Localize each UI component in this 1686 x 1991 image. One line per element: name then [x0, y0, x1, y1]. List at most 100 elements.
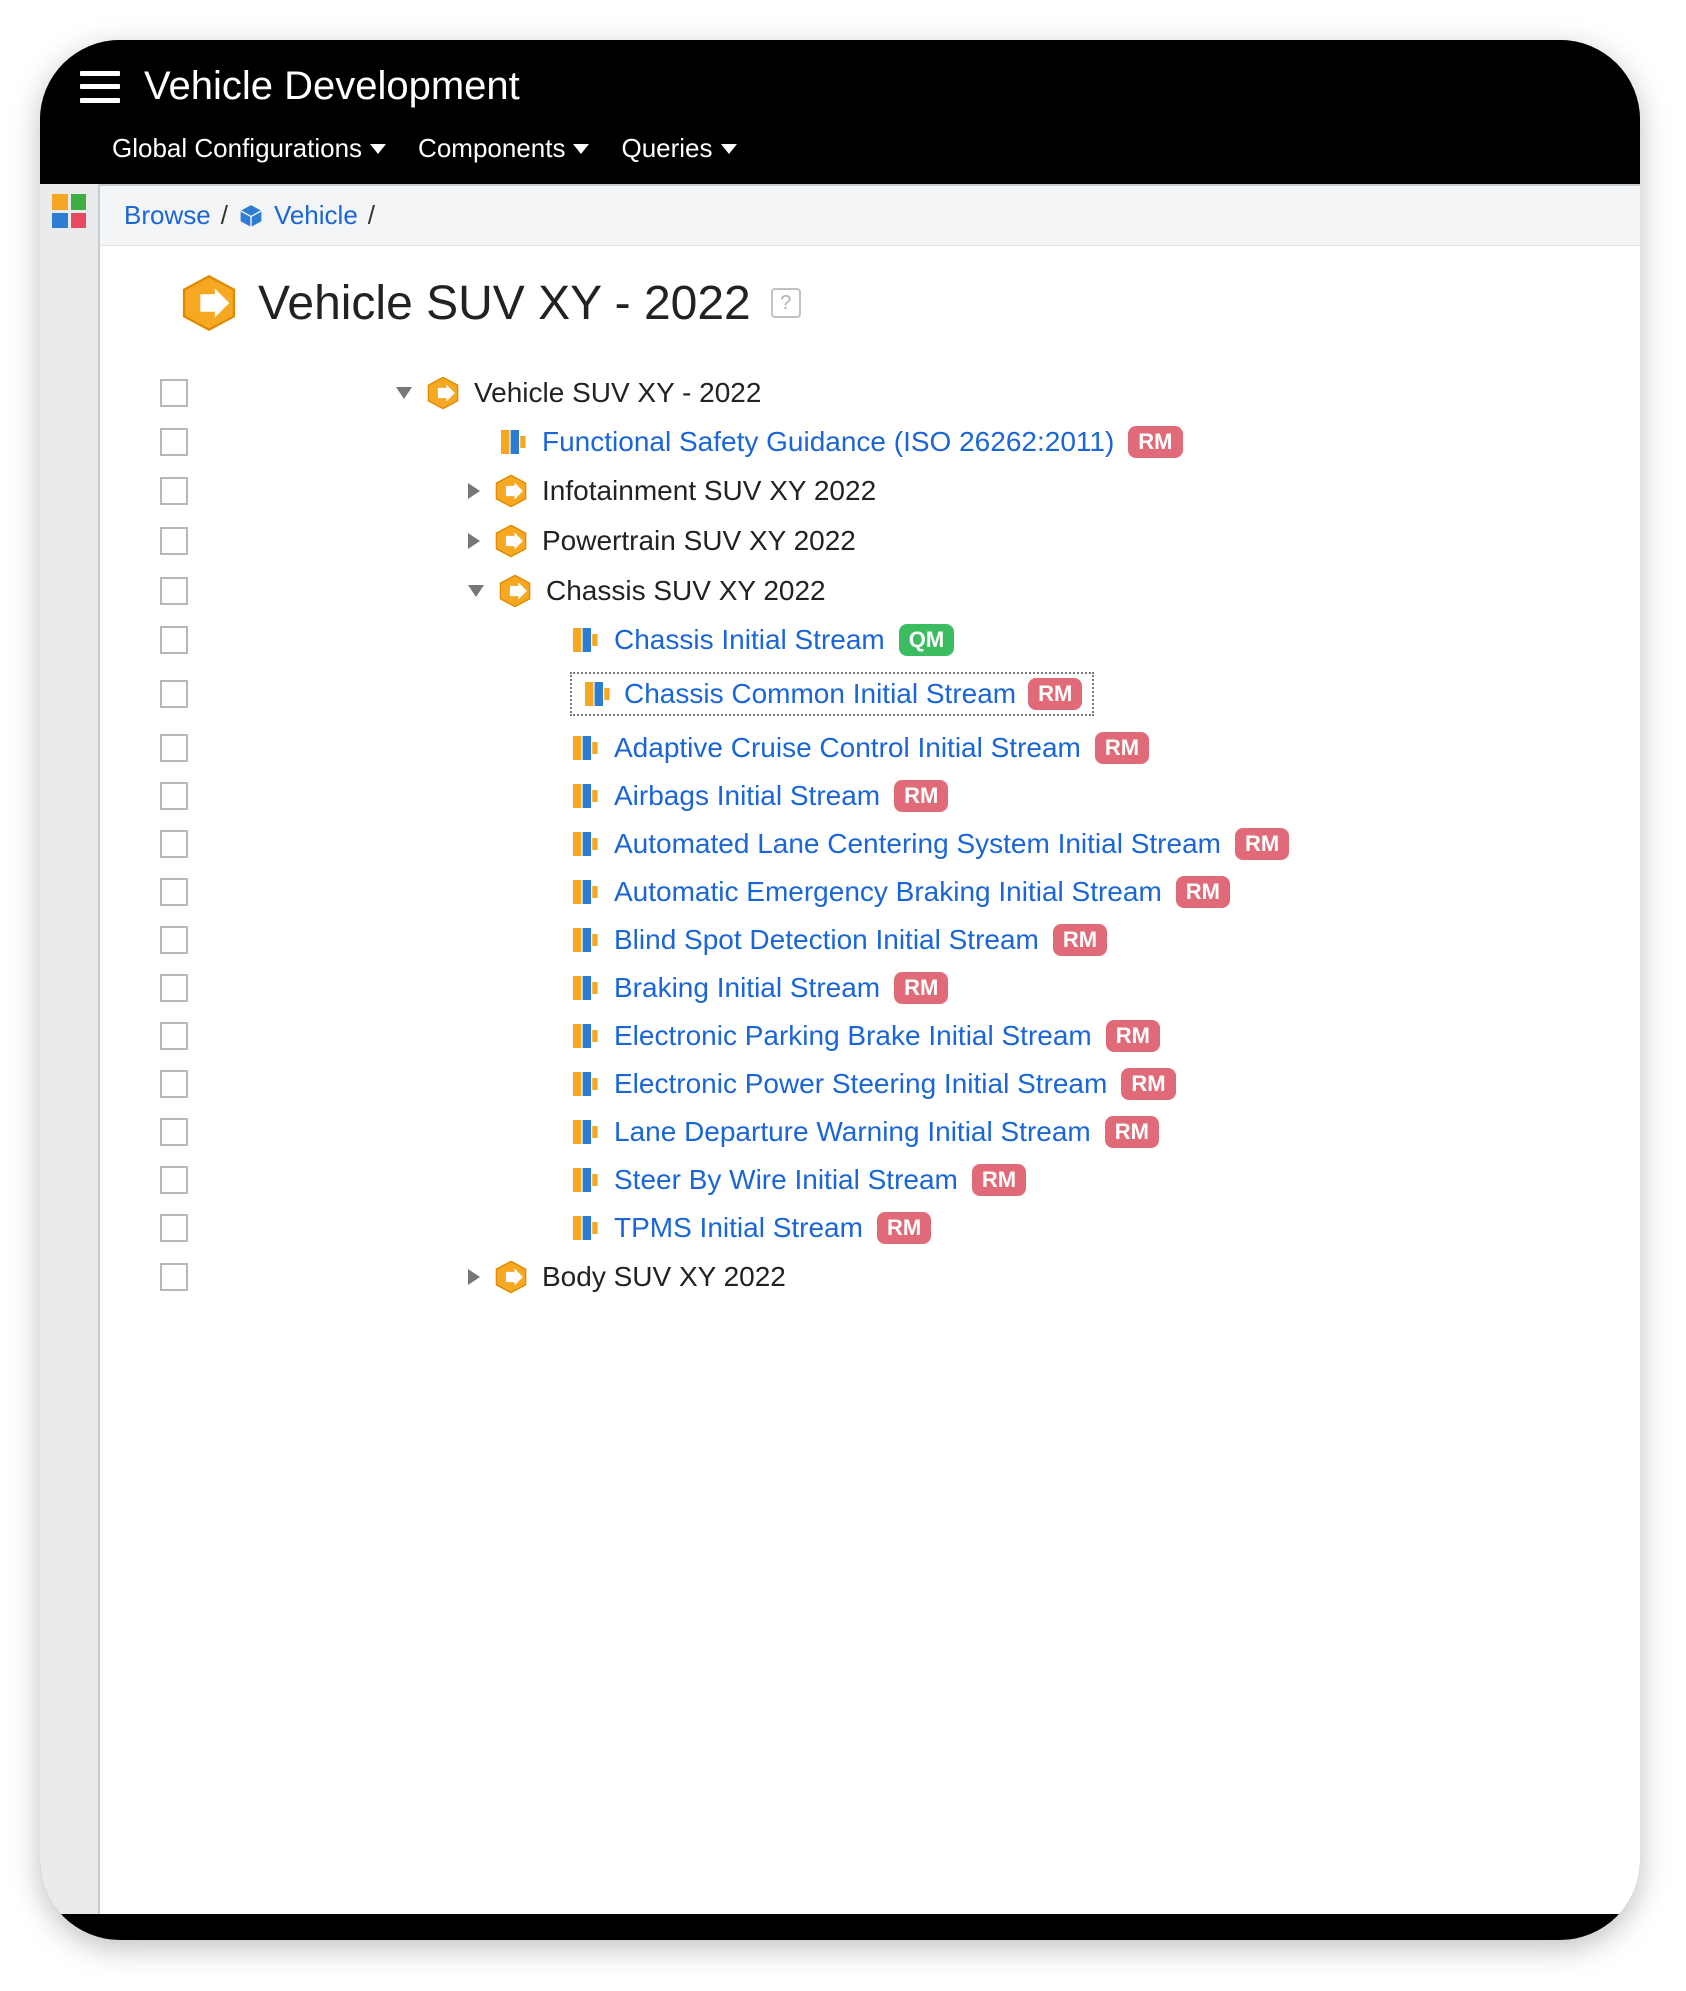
domain-badge-rm: RM: [877, 1212, 931, 1244]
stream-icon: [570, 1069, 600, 1099]
domain-badge-rm: RM: [1053, 924, 1107, 956]
tree-checkbox[interactable]: [160, 527, 188, 555]
chevron-down-icon: [370, 144, 386, 154]
hex-arrow-icon: [494, 1260, 528, 1294]
tree-link[interactable]: TPMS Initial Stream: [614, 1212, 863, 1244]
tree-checkbox[interactable]: [160, 428, 188, 456]
tree-link[interactable]: Airbags Initial Stream: [614, 780, 880, 812]
tree-link[interactable]: Steer By Wire Initial Stream: [614, 1164, 958, 1196]
tree-checkbox[interactable]: [160, 477, 188, 505]
tree-checkbox[interactable]: [160, 1166, 188, 1194]
tree-label: Infotainment SUV XY 2022: [542, 475, 876, 507]
twisty-placeholder: [540, 634, 556, 646]
twisty-placeholder: [540, 934, 556, 946]
breadcrumb-separator: /: [368, 200, 375, 231]
breadcrumb-vehicle[interactable]: Vehicle: [274, 200, 358, 231]
expand-icon[interactable]: [468, 483, 480, 499]
menubar: Global Configurations Components Queries: [40, 119, 1640, 184]
tree-checkbox[interactable]: [160, 379, 188, 407]
tree-row: Chassis Initial Stream QM: [160, 616, 1640, 664]
selected-tree-item[interactable]: Chassis Common Initial StreamRM: [570, 672, 1094, 716]
tree-checkbox[interactable]: [160, 734, 188, 762]
domain-badge-qm: QM: [899, 624, 954, 656]
tree-row: Chassis SUV XY 2022: [160, 566, 1640, 616]
tree-checkbox[interactable]: [160, 626, 188, 654]
app-title: Vehicle Development: [144, 64, 520, 109]
tree-checkbox[interactable]: [160, 1022, 188, 1050]
perspective-switcher-icon[interactable]: [52, 194, 86, 228]
tree-row: TPMS Initial Stream RM: [160, 1204, 1640, 1252]
tree-checkbox[interactable]: [160, 974, 188, 1002]
menu-global-configurations[interactable]: Global Configurations: [112, 133, 386, 164]
tree-row: Automated Lane Centering System Initial …: [160, 820, 1640, 868]
hex-arrow-icon: [426, 376, 460, 410]
expand-icon[interactable]: [468, 533, 480, 549]
twisty-placeholder: [540, 688, 556, 700]
twisty-placeholder: [540, 742, 556, 754]
menu-components[interactable]: Components: [418, 133, 589, 164]
twisty-placeholder: [540, 982, 556, 994]
tree-checkbox[interactable]: [160, 1263, 188, 1291]
tree-link[interactable]: Chassis Initial Stream: [614, 624, 885, 656]
tree-link[interactable]: Electronic Parking Brake Initial Stream: [614, 1020, 1092, 1052]
tree-checkbox[interactable]: [160, 577, 188, 605]
breadcrumb: Browse / Vehicle /: [100, 186, 1640, 246]
tree-checkbox[interactable]: [160, 1118, 188, 1146]
stream-icon: [570, 877, 600, 907]
stream-icon: [498, 427, 528, 457]
tree-row: Electronic Power Steering Initial Stream…: [160, 1060, 1640, 1108]
expand-icon[interactable]: [468, 1269, 480, 1285]
tree-link[interactable]: Adaptive Cruise Control Initial Stream: [614, 732, 1081, 764]
tree-link[interactable]: Automatic Emergency Braking Initial Stre…: [614, 876, 1162, 908]
collapse-icon[interactable]: [396, 387, 412, 399]
twisty-placeholder: [540, 790, 556, 802]
domain-badge-rm: RM: [1176, 876, 1230, 908]
tree-link[interactable]: Lane Departure Warning Initial Stream: [614, 1116, 1091, 1148]
tree-link[interactable]: Electronic Power Steering Initial Stream: [614, 1068, 1107, 1100]
menu-queries[interactable]: Queries: [621, 133, 736, 164]
stream-icon: [570, 1213, 600, 1243]
tree-checkbox[interactable]: [160, 1070, 188, 1098]
tree-row: Lane Departure Warning Initial StreamRM: [160, 1108, 1640, 1156]
configuration-tree: Vehicle SUV XY - 2022Functional Safety G…: [100, 360, 1640, 1342]
stream-icon: [570, 1165, 600, 1195]
tree-row: Chassis Common Initial StreamRM: [160, 664, 1640, 724]
page-title-row: Vehicle SUV XY - 2022 ?: [100, 246, 1640, 360]
hex-arrow-icon: [180, 274, 238, 332]
tree-checkbox[interactable]: [160, 782, 188, 810]
tree-checkbox[interactable]: [160, 926, 188, 954]
twisty-placeholder: [540, 886, 556, 898]
twisty-placeholder: [540, 838, 556, 850]
hamburger-menu-icon[interactable]: [80, 71, 120, 103]
tree-checkbox[interactable]: [160, 878, 188, 906]
tree-row: Adaptive Cruise Control Initial StreamRM: [160, 724, 1640, 772]
tree-link[interactable]: Chassis Common Initial Stream: [624, 678, 1016, 710]
collapse-icon[interactable]: [468, 585, 484, 597]
tree-checkbox[interactable]: [160, 1214, 188, 1242]
tree-label: Chassis SUV XY 2022: [546, 575, 826, 607]
tree-link[interactable]: Braking Initial Stream: [614, 972, 880, 1004]
tree-row: Powertrain SUV XY 2022: [160, 516, 1640, 566]
help-icon[interactable]: ?: [771, 288, 801, 318]
stream-icon: [570, 973, 600, 1003]
menu-label: Global Configurations: [112, 133, 362, 164]
tree-checkbox[interactable]: [160, 680, 188, 708]
stream-icon: [570, 733, 600, 763]
tree-row: Airbags Initial Stream RM: [160, 772, 1640, 820]
domain-badge-rm: RM: [894, 780, 948, 812]
menu-label: Components: [418, 133, 565, 164]
stream-icon: [570, 829, 600, 859]
domain-badge-rm: RM: [1128, 426, 1182, 458]
hex-arrow-icon: [494, 524, 528, 558]
breadcrumb-separator: /: [221, 200, 228, 231]
tree-label: Body SUV XY 2022: [542, 1261, 786, 1293]
content-wrap: Browse / Vehicle / Vehicle SUV XY - 2022…: [40, 184, 1640, 1914]
twisty-placeholder: [540, 1126, 556, 1138]
tree-link[interactable]: Blind Spot Detection Initial Stream: [614, 924, 1039, 956]
domain-badge-rm: RM: [894, 972, 948, 1004]
breadcrumb-browse[interactable]: Browse: [124, 200, 211, 231]
tree-link[interactable]: Functional Safety Guidance (ISO 26262:20…: [542, 426, 1114, 458]
tree-link[interactable]: Automated Lane Centering System Initial …: [614, 828, 1221, 860]
tree-checkbox[interactable]: [160, 830, 188, 858]
domain-badge-rm: RM: [1235, 828, 1289, 860]
